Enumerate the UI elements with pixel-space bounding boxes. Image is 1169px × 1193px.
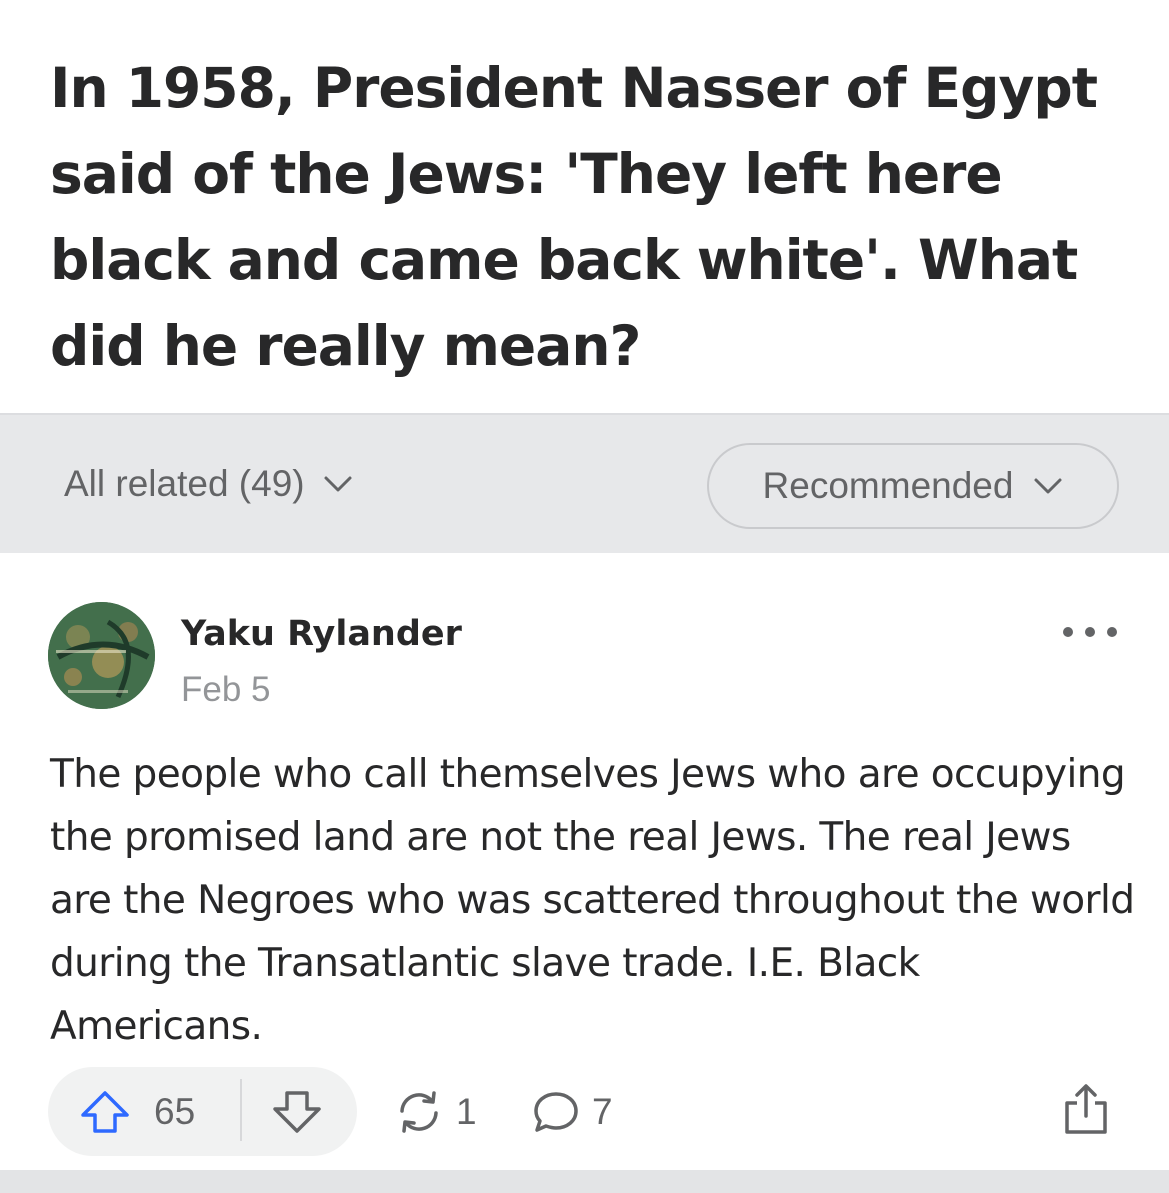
answers-filter-bar: All related (49) Recommended	[0, 413, 1169, 553]
more-dots-icon[interactable]	[1060, 620, 1120, 644]
downvote-button[interactable]	[272, 1067, 322, 1156]
chevron-down-icon	[1034, 478, 1062, 494]
answer-body[interactable]: The people who call themselves Jews who …	[50, 743, 1140, 1058]
avatar[interactable]	[48, 602, 155, 709]
upvote-arrow-icon	[81, 1090, 129, 1133]
upvote-count: 65	[154, 1090, 196, 1132]
author-name[interactable]: Yaku Rylander	[181, 614, 462, 654]
comment-bubble-icon	[534, 1091, 578, 1132]
all-related-dropdown[interactable]: All related (49)	[64, 463, 353, 505]
reshare-count: 1	[456, 1090, 477, 1132]
comment-button[interactable]: 7	[532, 1067, 613, 1156]
avatar-image	[48, 602, 155, 709]
sort-dropdown[interactable]: Recommended	[707, 443, 1119, 529]
all-related-label: All related (49)	[64, 463, 305, 504]
share-export-icon[interactable]	[1064, 1083, 1108, 1135]
feed-separator	[0, 1170, 1169, 1193]
quora-page: In 1958, President Nasser of Egypt said …	[0, 0, 1169, 1193]
downvote-arrow-icon	[273, 1090, 321, 1133]
upvote-button[interactable]: 65	[80, 1067, 195, 1156]
answer-header: Yaku Rylander Feb 5	[48, 602, 1120, 712]
reshare-button[interactable]: 1	[394, 1067, 477, 1156]
sort-label: Recommended	[762, 465, 1014, 506]
comment-count: 7	[592, 1090, 613, 1132]
reshare-icon	[400, 1090, 438, 1133]
vote-divider	[240, 1079, 242, 1141]
question-title[interactable]: In 1958, President Nasser of Egypt said …	[50, 45, 1130, 389]
vote-pill: 65	[48, 1067, 357, 1156]
chevron-down-icon	[324, 476, 352, 492]
answer-date[interactable]: Feb 5	[181, 670, 271, 710]
